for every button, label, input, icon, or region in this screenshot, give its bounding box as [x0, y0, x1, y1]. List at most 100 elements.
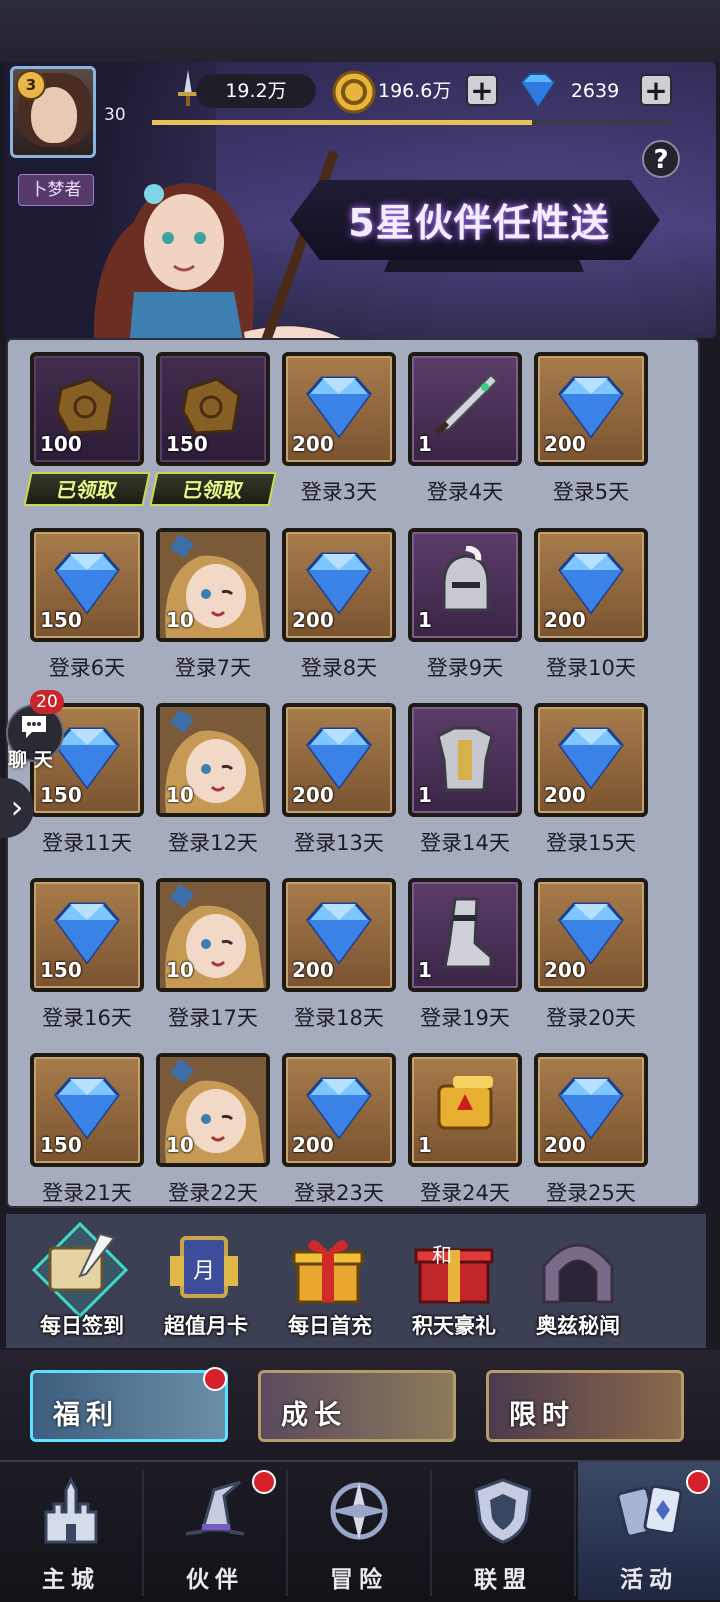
activity-tab-label: 奥兹秘闻 — [536, 1314, 620, 1338]
quill-scroll-icon — [40, 1230, 120, 1304]
reward-slot[interactable]: 1 — [408, 528, 522, 642]
day-label: 登录6天 — [48, 656, 126, 680]
add-diamond-button[interactable]: + — [640, 74, 672, 106]
reward-slot[interactable]: 1 — [408, 703, 522, 817]
activity-tab-label: 超值月卡 — [164, 1314, 248, 1338]
activity-tab-label: 每日首充 — [288, 1314, 372, 1338]
reward-slot[interactable]: 10 — [156, 878, 270, 992]
cards-icon — [614, 1476, 688, 1550]
reward-slot[interactable]: 200 — [534, 703, 648, 817]
reward-slot[interactable]: 200 — [534, 528, 648, 642]
red-gift-icon: 和 — [412, 1230, 496, 1310]
reward-slot[interactable]: 200 — [534, 878, 648, 992]
category-button[interactable]: 福利 — [30, 1367, 228, 1442]
nav-separator — [574, 1470, 576, 1596]
reward-quantity: 200 — [292, 1133, 334, 1157]
day-label: 登录15天 — [546, 831, 636, 855]
day-label: 登录12天 — [168, 831, 258, 855]
reward-quantity: 200 — [544, 432, 586, 456]
reward-slot[interactable]: 200 — [282, 878, 396, 992]
sign-in-calendar-panel: 100 已领取 150 已领取 200 登录3天 1 登录4天 200 登录5天 150 登录6天 10… — [6, 338, 700, 1208]
xp-bar-fill — [152, 120, 532, 125]
player-title-badge: 卜梦者 — [18, 174, 94, 206]
reward-quantity: 150 — [40, 783, 82, 807]
day-label: 登录18天 — [294, 1006, 384, 1030]
reward-slot[interactable]: 200 — [282, 528, 396, 642]
reward-slot[interactable]: 200 — [282, 352, 396, 466]
day-label: 登录19天 — [420, 1006, 510, 1030]
day-label: 登录14天 — [420, 831, 510, 855]
reward-slot[interactable]: 1 — [408, 1053, 522, 1167]
category-button[interactable]: 限时 — [486, 1370, 684, 1442]
archway-icon — [536, 1230, 620, 1310]
svg-text:和: 和 — [432, 1243, 452, 1267]
activity-tab[interactable]: 和积天豪礼 — [394, 1230, 514, 1340]
claimed-badge: 已领取 — [149, 472, 277, 506]
activity-tab-label: 每日签到 — [40, 1314, 124, 1338]
nav-item[interactable]: 联盟 — [432, 1466, 574, 1600]
xp-level-number: 30 — [104, 105, 126, 125]
nav-label: 冒险 — [330, 1567, 388, 1593]
reward-quantity: 100 — [40, 432, 82, 456]
reward-slot[interactable]: 1 — [408, 878, 522, 992]
day-label: 登录10天 — [546, 656, 636, 680]
day-label: 登录23天 — [294, 1181, 384, 1205]
reward-slot[interactable]: 1 — [408, 352, 522, 466]
reward-quantity: 200 — [544, 1133, 586, 1157]
reward-quantity: 10 — [166, 608, 194, 632]
reward-slot[interactable]: 150 — [30, 1053, 144, 1167]
top-strip — [0, 0, 720, 62]
chat-unread-badge: 20 — [30, 690, 64, 714]
reward-slot[interactable]: 200 — [282, 1053, 396, 1167]
gold-coin-icon — [332, 70, 376, 114]
reward-slot[interactable]: 150 — [30, 528, 144, 642]
reward-quantity: 200 — [292, 608, 334, 632]
witch-hat-icon — [180, 1476, 250, 1550]
chat-label[interactable]: 聊 天 — [8, 745, 53, 772]
nav-item[interactable]: 冒险 — [288, 1466, 430, 1600]
reward-quantity: 200 — [292, 432, 334, 456]
nav-item[interactable]: 主城 — [0, 1466, 142, 1600]
reward-slot[interactable]: 10 — [156, 528, 270, 642]
category-button[interactable]: 成长 — [258, 1370, 456, 1442]
activity-tab[interactable]: 奥兹秘闻 — [518, 1230, 638, 1340]
armor-icon — [425, 723, 505, 793]
compass-icon — [324, 1476, 394, 1550]
reward-quantity: 200 — [544, 783, 586, 807]
reward-slot[interactable]: 10 — [156, 1053, 270, 1167]
reward-slot[interactable]: 100 — [30, 352, 144, 466]
chat-bubble-icon — [22, 716, 46, 738]
helmet-icon — [425, 545, 505, 618]
claimed-badge: 已领取 — [23, 472, 151, 506]
day-label: 登录20天 — [546, 1006, 636, 1030]
diamond-icon — [520, 73, 556, 108]
gold-value: 196.6万 — [378, 80, 452, 102]
reward-quantity: 1 — [418, 783, 432, 807]
reward-slot[interactable]: 150 — [30, 878, 144, 992]
category-label: 限时 — [509, 1400, 575, 1431]
reward-slot[interactable]: 10 — [156, 703, 270, 817]
help-button[interactable]: ? — [642, 140, 680, 178]
notification-dot — [686, 1470, 710, 1494]
reward-slot[interactable]: 200 — [534, 1053, 648, 1167]
reward-quantity: 150 — [40, 608, 82, 632]
reward-slot[interactable]: 150 — [156, 352, 270, 466]
banner-title: 5星伙伴任性送 — [348, 201, 610, 245]
activity-tab[interactable]: 每日签到 — [22, 1221, 142, 1340]
nav-item[interactable]: 活动 — [578, 1466, 720, 1600]
activity-tab[interactable]: 月超值月卡 — [146, 1230, 266, 1340]
add-gold-button[interactable]: + — [466, 74, 498, 106]
reward-slot[interactable]: 200 — [282, 703, 396, 817]
nav-item[interactable]: 伙伴 — [144, 1466, 286, 1600]
day-label: 登录5天 — [552, 480, 630, 504]
gift-box-icon — [288, 1230, 368, 1310]
reward-slot[interactable]: 200 — [534, 352, 648, 466]
nav-label: 联盟 — [474, 1567, 532, 1593]
sword-icon — [425, 372, 505, 442]
shield-icon — [468, 1476, 538, 1550]
category-label: 成长 — [281, 1400, 347, 1431]
activity-tab[interactable]: 每日首充 — [270, 1230, 390, 1340]
day-label: 登录13天 — [294, 831, 384, 855]
nav-label: 活动 — [620, 1567, 678, 1593]
reward-quantity: 10 — [166, 1133, 194, 1157]
